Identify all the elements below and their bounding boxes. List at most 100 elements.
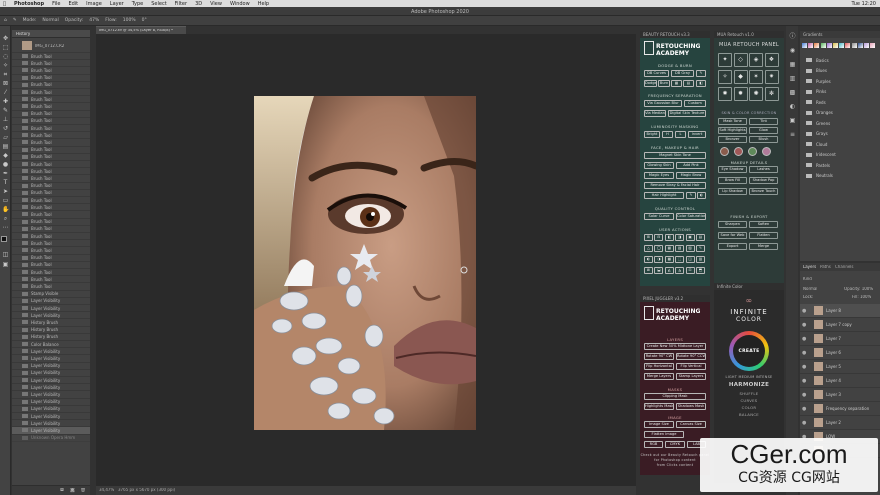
user-action-icon[interactable]: ◐ <box>644 256 653 263</box>
magic-eyes-button[interactable]: Magic Eyes <box>644 172 674 179</box>
history-item[interactable]: Brush Tool <box>12 276 90 284</box>
gradients-icon[interactable]: ▥ <box>789 76 796 82</box>
user-action-icon[interactable]: ▥ <box>696 256 705 263</box>
history-item[interactable]: Brush Tool <box>12 226 90 233</box>
history-item[interactable]: Layer Visibility <box>12 363 90 370</box>
user-action-icon[interactable]: ▤ <box>696 234 705 241</box>
intensity-options[interactable]: LIGHT MEDIUM INTENSE <box>714 375 784 379</box>
dodge-tool-icon[interactable]: ● <box>2 162 9 168</box>
opacity-field[interactable]: 47% <box>89 18 99 23</box>
menu-layer[interactable]: Layer <box>110 1 124 7</box>
layer-row[interactable]: ● Frequency separation <box>800 402 880 416</box>
history-item[interactable]: Brush Tool <box>12 197 90 205</box>
layer-row[interactable]: ● Layer 5 <box>800 360 880 374</box>
gradient-folder[interactable]: Pastels <box>800 160 878 170</box>
paths-tab[interactable]: Paths <box>820 265 831 269</box>
gradient-swatch[interactable] <box>864 43 869 48</box>
flip-horizontal-button[interactable]: Flip Horizontal <box>644 363 674 370</box>
mua-tool-icon[interactable]: ✹ <box>733 87 748 101</box>
mua-skin-button[interactable]: Soft Highlights <box>718 127 747 134</box>
mua-finish-button[interactable]: Soften <box>749 221 778 228</box>
trash-icon[interactable]: 🗑 <box>80 488 86 493</box>
lum-l-button[interactable]: L <box>675 131 686 138</box>
history-item[interactable]: Layer Visibility <box>12 399 90 406</box>
pixel-panel-header[interactable]: PIXEL JUGGLER v3.2 <box>640 295 710 302</box>
history-item[interactable]: Brush Tool <box>12 82 90 89</box>
history-item[interactable]: Brush Tool <box>12 168 90 176</box>
history-item[interactable]: Layer Visibility <box>12 406 90 413</box>
type-tool-icon[interactable]: T <box>2 180 9 186</box>
db-brush-icon[interactable]: ✎ <box>696 70 706 77</box>
visibility-eye-icon[interactable]: ● <box>802 350 808 356</box>
angle-field[interactable]: 0° <box>142 18 147 23</box>
user-action-icon[interactable]: ▧ <box>675 245 685 252</box>
mua-skin-button[interactable]: Mask Tone <box>718 118 747 125</box>
gradient-swatch[interactable] <box>820 43 826 48</box>
pen-tool-icon[interactable]: ✒ <box>2 171 9 177</box>
history-item[interactable]: History Brush <box>12 334 90 341</box>
adjustments-icon[interactable]: ◐ <box>789 104 796 110</box>
user-action-icon[interactable]: ⊟ <box>654 234 664 241</box>
gradient-swatch[interactable] <box>808 43 814 48</box>
user-action-icon[interactable]: ◫ <box>685 256 695 263</box>
visibility-eye-icon[interactable]: ● <box>802 364 808 370</box>
hand-tool-icon[interactable]: ✋ <box>2 207 9 213</box>
layer-row[interactable]: ● Layer 7 <box>800 332 880 346</box>
history-item[interactable]: Layer Visibility <box>12 384 90 392</box>
history-item[interactable]: Brush Tool <box>12 204 90 212</box>
history-item[interactable]: Stamp Visible <box>12 291 90 298</box>
history-item[interactable]: Brush Tool <box>12 67 90 75</box>
user-action-icon[interactable]: ✎ <box>696 245 705 252</box>
history-item[interactable]: Brush Tool <box>12 161 90 169</box>
visibility-eye-icon[interactable]: ● <box>802 322 808 328</box>
highlights-mask-button[interactable]: Highlights Mask <box>644 403 674 410</box>
color-saturation-button[interactable]: Color Saturation <box>676 213 706 220</box>
color-icon[interactable]: ◉ <box>789 48 796 54</box>
new-snapshot-icon[interactable]: ◘ <box>60 488 64 493</box>
healing-tool-icon[interactable]: ✚ <box>2 99 9 105</box>
mua-tool-icon[interactable]: ✷ <box>764 70 779 84</box>
merge-layers-button[interactable]: Merge Layers <box>644 373 674 380</box>
create-midtone-layer-button[interactable]: Create New 50% Midtone Layer <box>644 343 706 350</box>
db-gray-button[interactable]: DB Gray <box>671 70 694 77</box>
visibility-eye-icon[interactable]: ● <box>802 392 808 398</box>
harmonize-button[interactable]: HARMONIZE <box>714 382 784 388</box>
history-brush-tool-icon[interactable]: ↺ <box>2 126 9 132</box>
mua-skin-button[interactable]: Tint <box>749 118 778 125</box>
mua-finish-button[interactable]: Export <box>718 243 747 250</box>
user-action-icon[interactable]: ⊡ <box>685 267 695 274</box>
dodge-button[interactable]: Dodge <box>644 80 657 87</box>
gradient-swatch[interactable] <box>851 43 857 48</box>
user-action-icon[interactable]: ▩ <box>664 256 674 263</box>
mua-details-button[interactable]: Eye Shadow <box>718 166 747 173</box>
mua-skin-button[interactable]: Bronzer <box>718 136 747 143</box>
balance-button[interactable]: BALANCE <box>714 412 784 417</box>
history-item[interactable]: Brush Tool <box>12 147 90 154</box>
history-item[interactable]: Brush Tool <box>12 75 90 82</box>
glowing-skin-button[interactable]: Glowing Skin <box>644 162 674 169</box>
mua-skin-button[interactable]: Glow <box>749 127 778 134</box>
info-icon[interactable]: ⓘ <box>789 34 796 40</box>
swatch-circle-4[interactable] <box>762 147 771 156</box>
blur-tool-icon[interactable]: ◆ <box>2 153 9 159</box>
gradient-folder[interactable]: Reds <box>800 97 878 107</box>
history-item[interactable]: History Brush <box>12 319 90 327</box>
mua-tool-icon[interactable]: ✻ <box>764 87 779 101</box>
magnet-skin-tone-button[interactable]: Magnet Skin Tone <box>644 152 706 159</box>
history-item[interactable]: Layer Visibility <box>12 312 90 320</box>
menu-3d[interactable]: 3D <box>195 1 202 7</box>
visibility-eye-icon[interactable]: ● <box>802 336 808 342</box>
history-item[interactable]: Brush Tool <box>12 103 90 111</box>
burn-button[interactable]: Burn <box>658 80 670 87</box>
zoom-level[interactable]: 34,47% <box>99 488 114 492</box>
history-item[interactable]: Layer Visibility <box>12 427 90 435</box>
foreground-color-swatch[interactable] <box>1 236 7 242</box>
history-item[interactable]: Layer Visibility <box>12 370 90 377</box>
hair-option-icon-1[interactable]: ✎ <box>686 192 696 199</box>
mua-tool-icon[interactable]: ◆ <box>733 70 748 84</box>
canvas-size-button[interactable]: Canvas Size <box>676 421 706 428</box>
history-item[interactable]: Brush Tool <box>12 283 90 291</box>
via-gaussian-blur-button[interactable]: Via Gaussian Blur <box>644 100 682 107</box>
gradient-folder[interactable]: Grays <box>800 129 878 139</box>
shape-tool-icon[interactable]: ▭ <box>2 198 9 204</box>
